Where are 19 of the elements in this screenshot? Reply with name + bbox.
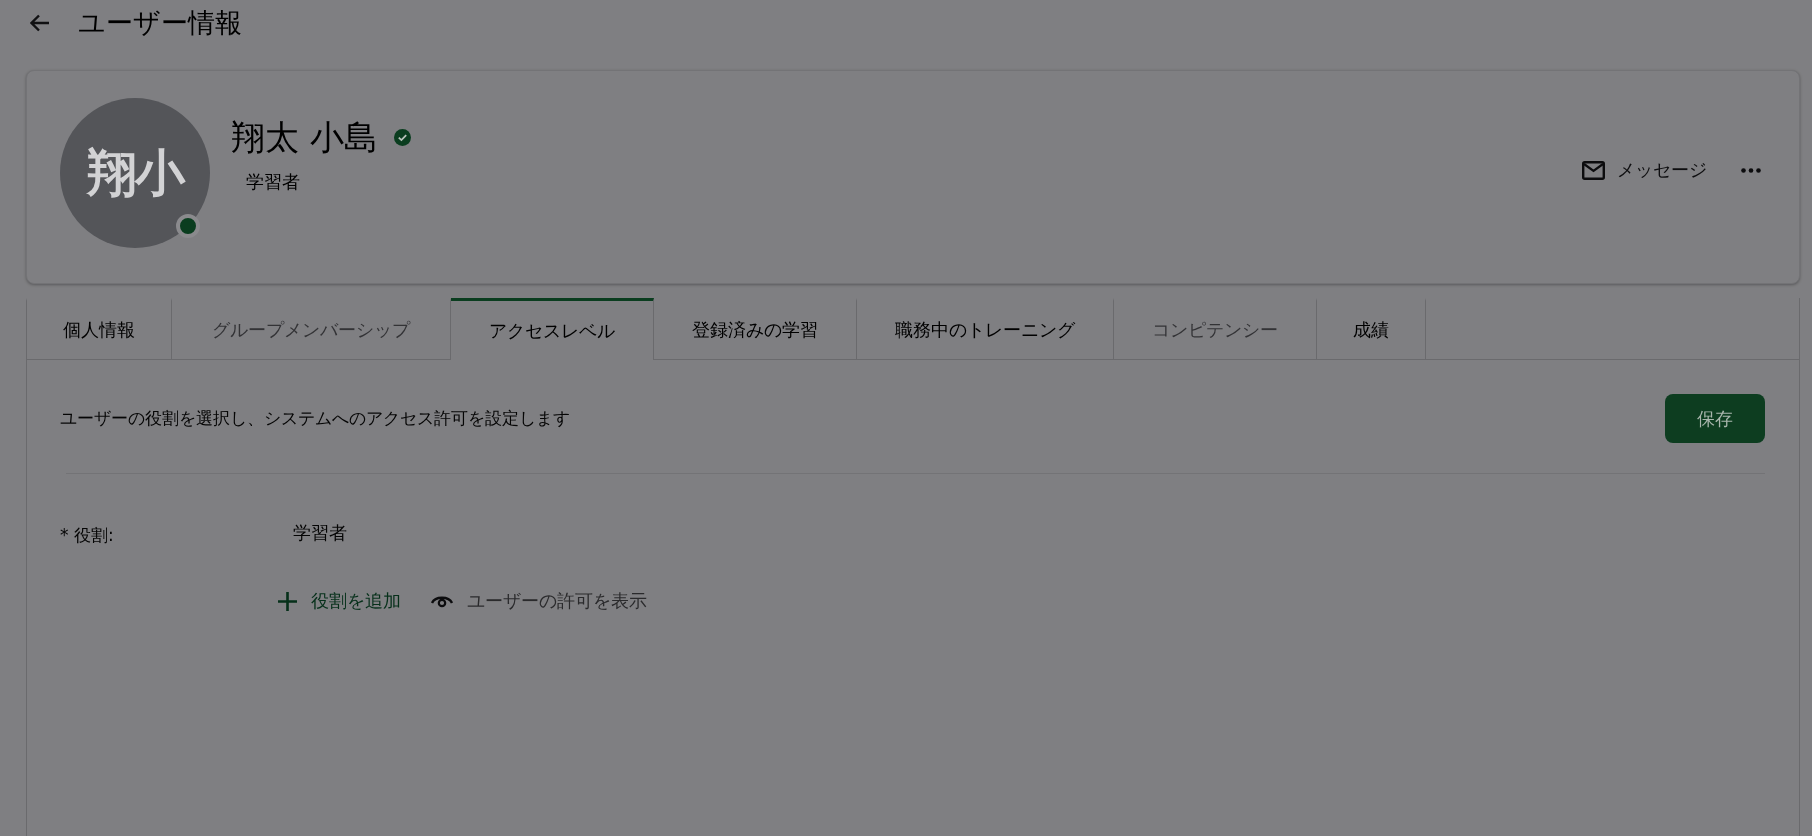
tab[interactable]: アクセスレベル bbox=[451, 298, 654, 360]
page-title: ユーザー情報 bbox=[78, 6, 242, 40]
save-button[interactable]: 保存 bbox=[1665, 394, 1765, 443]
description-text: ユーザーの役割を選択し、システムへのアクセス許可を設定します bbox=[60, 407, 570, 430]
avatar-initials: 翔小 bbox=[87, 142, 183, 204]
message-button[interactable]: メッセージ bbox=[1582, 158, 1707, 182]
plus-icon bbox=[278, 591, 297, 611]
user-role: 学習者 bbox=[246, 170, 301, 194]
eye-icon bbox=[431, 594, 453, 608]
more-icon bbox=[1741, 167, 1761, 173]
role-value: 学習者 bbox=[293, 520, 347, 545]
role-label: * 役割: bbox=[60, 524, 115, 547]
view-permissions-link[interactable]: ユーザーの許可を表示 bbox=[431, 589, 647, 613]
user-name: 翔太 小島 bbox=[231, 116, 378, 158]
back-button[interactable] bbox=[28, 12, 52, 34]
tab[interactable]: 個人情報 bbox=[26, 298, 172, 359]
envelope-icon bbox=[1582, 160, 1605, 180]
back-arrow-icon bbox=[30, 14, 50, 32]
add-role-link[interactable]: 役割を追加 bbox=[278, 589, 401, 613]
